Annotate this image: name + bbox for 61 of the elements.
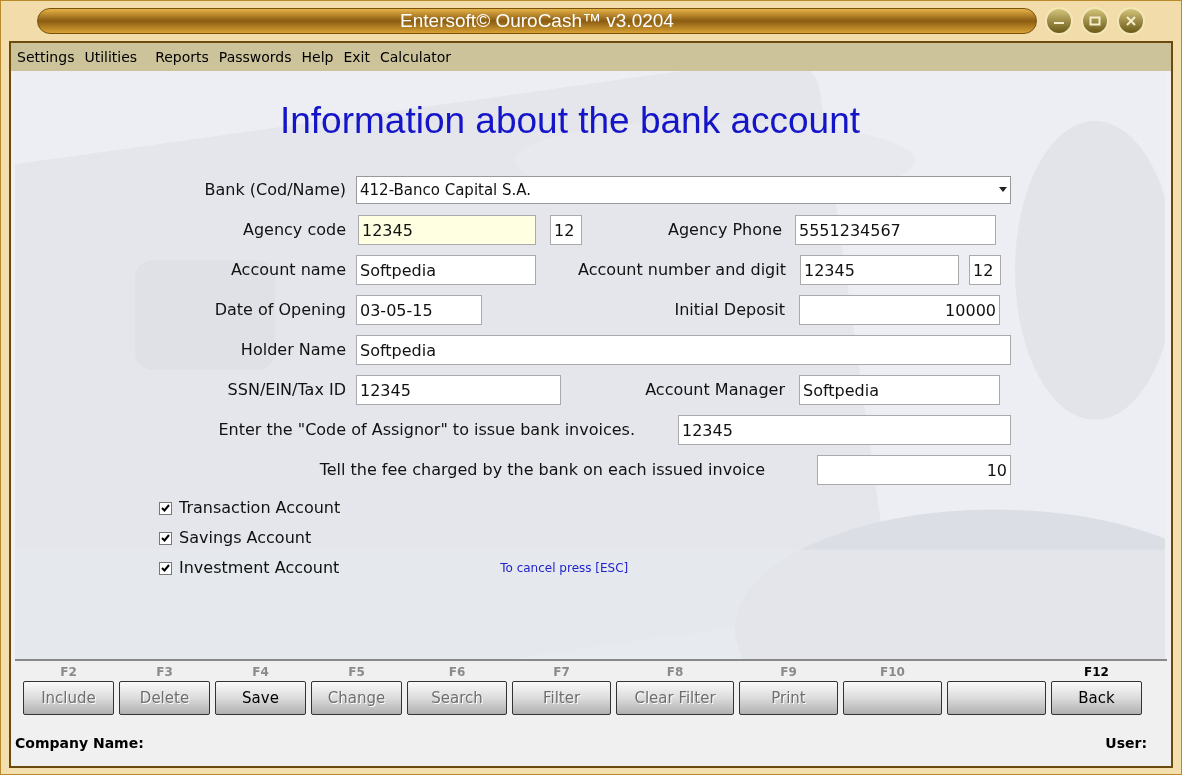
shortcut-key: F12 xyxy=(1084,663,1109,681)
input-field[interactable]: Softpedia xyxy=(356,335,1011,365)
field-label: Date of Opening xyxy=(213,299,346,321)
shortcut-key: F6 xyxy=(448,663,466,681)
page-heading: Information about the bank account xyxy=(278,99,862,143)
shortcut-key: F5 xyxy=(348,663,365,681)
input-field[interactable]: 12345 xyxy=(800,255,959,285)
window-title: Entersoft© OuroCash™ v3.0204 xyxy=(37,8,1037,34)
input-field[interactable]: Softpedia xyxy=(356,255,536,285)
input-field[interactable]: 03-05-15 xyxy=(356,295,482,325)
blank-button[interactable] xyxy=(947,681,1046,715)
input-field[interactable]: 5551234567 xyxy=(795,215,996,245)
menu-item[interactable]: Settings xyxy=(17,46,75,68)
menu-item[interactable]: Utilities xyxy=(84,46,138,68)
field-label: Bank (Cod/Name) xyxy=(203,179,346,201)
close-icon xyxy=(1125,16,1137,26)
input-field[interactable]: 12345 xyxy=(356,375,561,405)
shortcut-key: F7 xyxy=(553,663,570,681)
field-label: Account number and digit xyxy=(577,259,786,281)
menu-item[interactable]: Reports xyxy=(155,46,209,68)
dropdown-arrow-icon xyxy=(999,187,1007,193)
field-label: SSN/EIN/Tax ID xyxy=(226,379,346,401)
input-field[interactable]: 12 xyxy=(550,215,582,245)
status-label: User: xyxy=(1105,734,1147,753)
input-field[interactable]: 12345 xyxy=(358,215,536,245)
input-field[interactable]: 12345 xyxy=(678,415,1011,445)
close-button[interactable] xyxy=(1117,7,1145,35)
field-label: Tell the fee charged by the bank on each issued invoice xyxy=(318,459,765,481)
shortcut-key: F10 xyxy=(880,663,905,681)
shortcut-key: F2 xyxy=(60,663,77,681)
checkbox-label: Savings Account xyxy=(179,527,312,549)
field-label: Initial Deposit xyxy=(673,299,785,321)
menu-item[interactable]: Calculator xyxy=(379,46,452,68)
toolbar-button[interactable]: Save xyxy=(215,681,306,715)
status-label: Company Name: xyxy=(15,734,144,753)
menu-item[interactable]: Passwords xyxy=(218,46,292,68)
checkbox-label: Investment Account xyxy=(179,557,340,579)
blank-button[interactable] xyxy=(843,681,942,715)
field-label: Enter the "Code of Assignor" to issue bank invoices. xyxy=(217,419,635,441)
shortcut-key: F3 xyxy=(156,663,173,681)
input-field[interactable]: 12 xyxy=(969,255,1001,285)
field-label: Agency Phone xyxy=(667,219,782,241)
toolbar-button[interactable]: Back xyxy=(1051,681,1142,715)
field-label: Holder Name xyxy=(239,339,346,361)
input-field[interactable]: Softpedia xyxy=(799,375,1000,405)
checkbox-label: Transaction Account xyxy=(179,497,341,519)
shortcut-key: F8 xyxy=(666,663,684,681)
shortcut-key: F4 xyxy=(252,663,269,681)
minimize-button[interactable] xyxy=(1045,7,1073,35)
input-field[interactable]: 10 xyxy=(817,455,1011,485)
shortcut-key: F9 xyxy=(780,663,797,681)
bank-dropdown[interactable]: 412-Banco Capital S.A. xyxy=(356,176,1011,204)
menu-item[interactable]: Help xyxy=(301,46,334,68)
field-label: Agency code xyxy=(241,219,346,241)
cancel-hint: To cancel press [ESC] xyxy=(500,560,629,577)
menu-item[interactable]: Exit xyxy=(343,46,370,68)
maximize-button[interactable] xyxy=(1081,7,1109,35)
field-label: Account Manager xyxy=(644,379,785,401)
input-field[interactable]: 10000 xyxy=(799,295,1000,325)
field-label: Account name xyxy=(229,259,346,281)
maximize-icon xyxy=(1089,16,1101,26)
